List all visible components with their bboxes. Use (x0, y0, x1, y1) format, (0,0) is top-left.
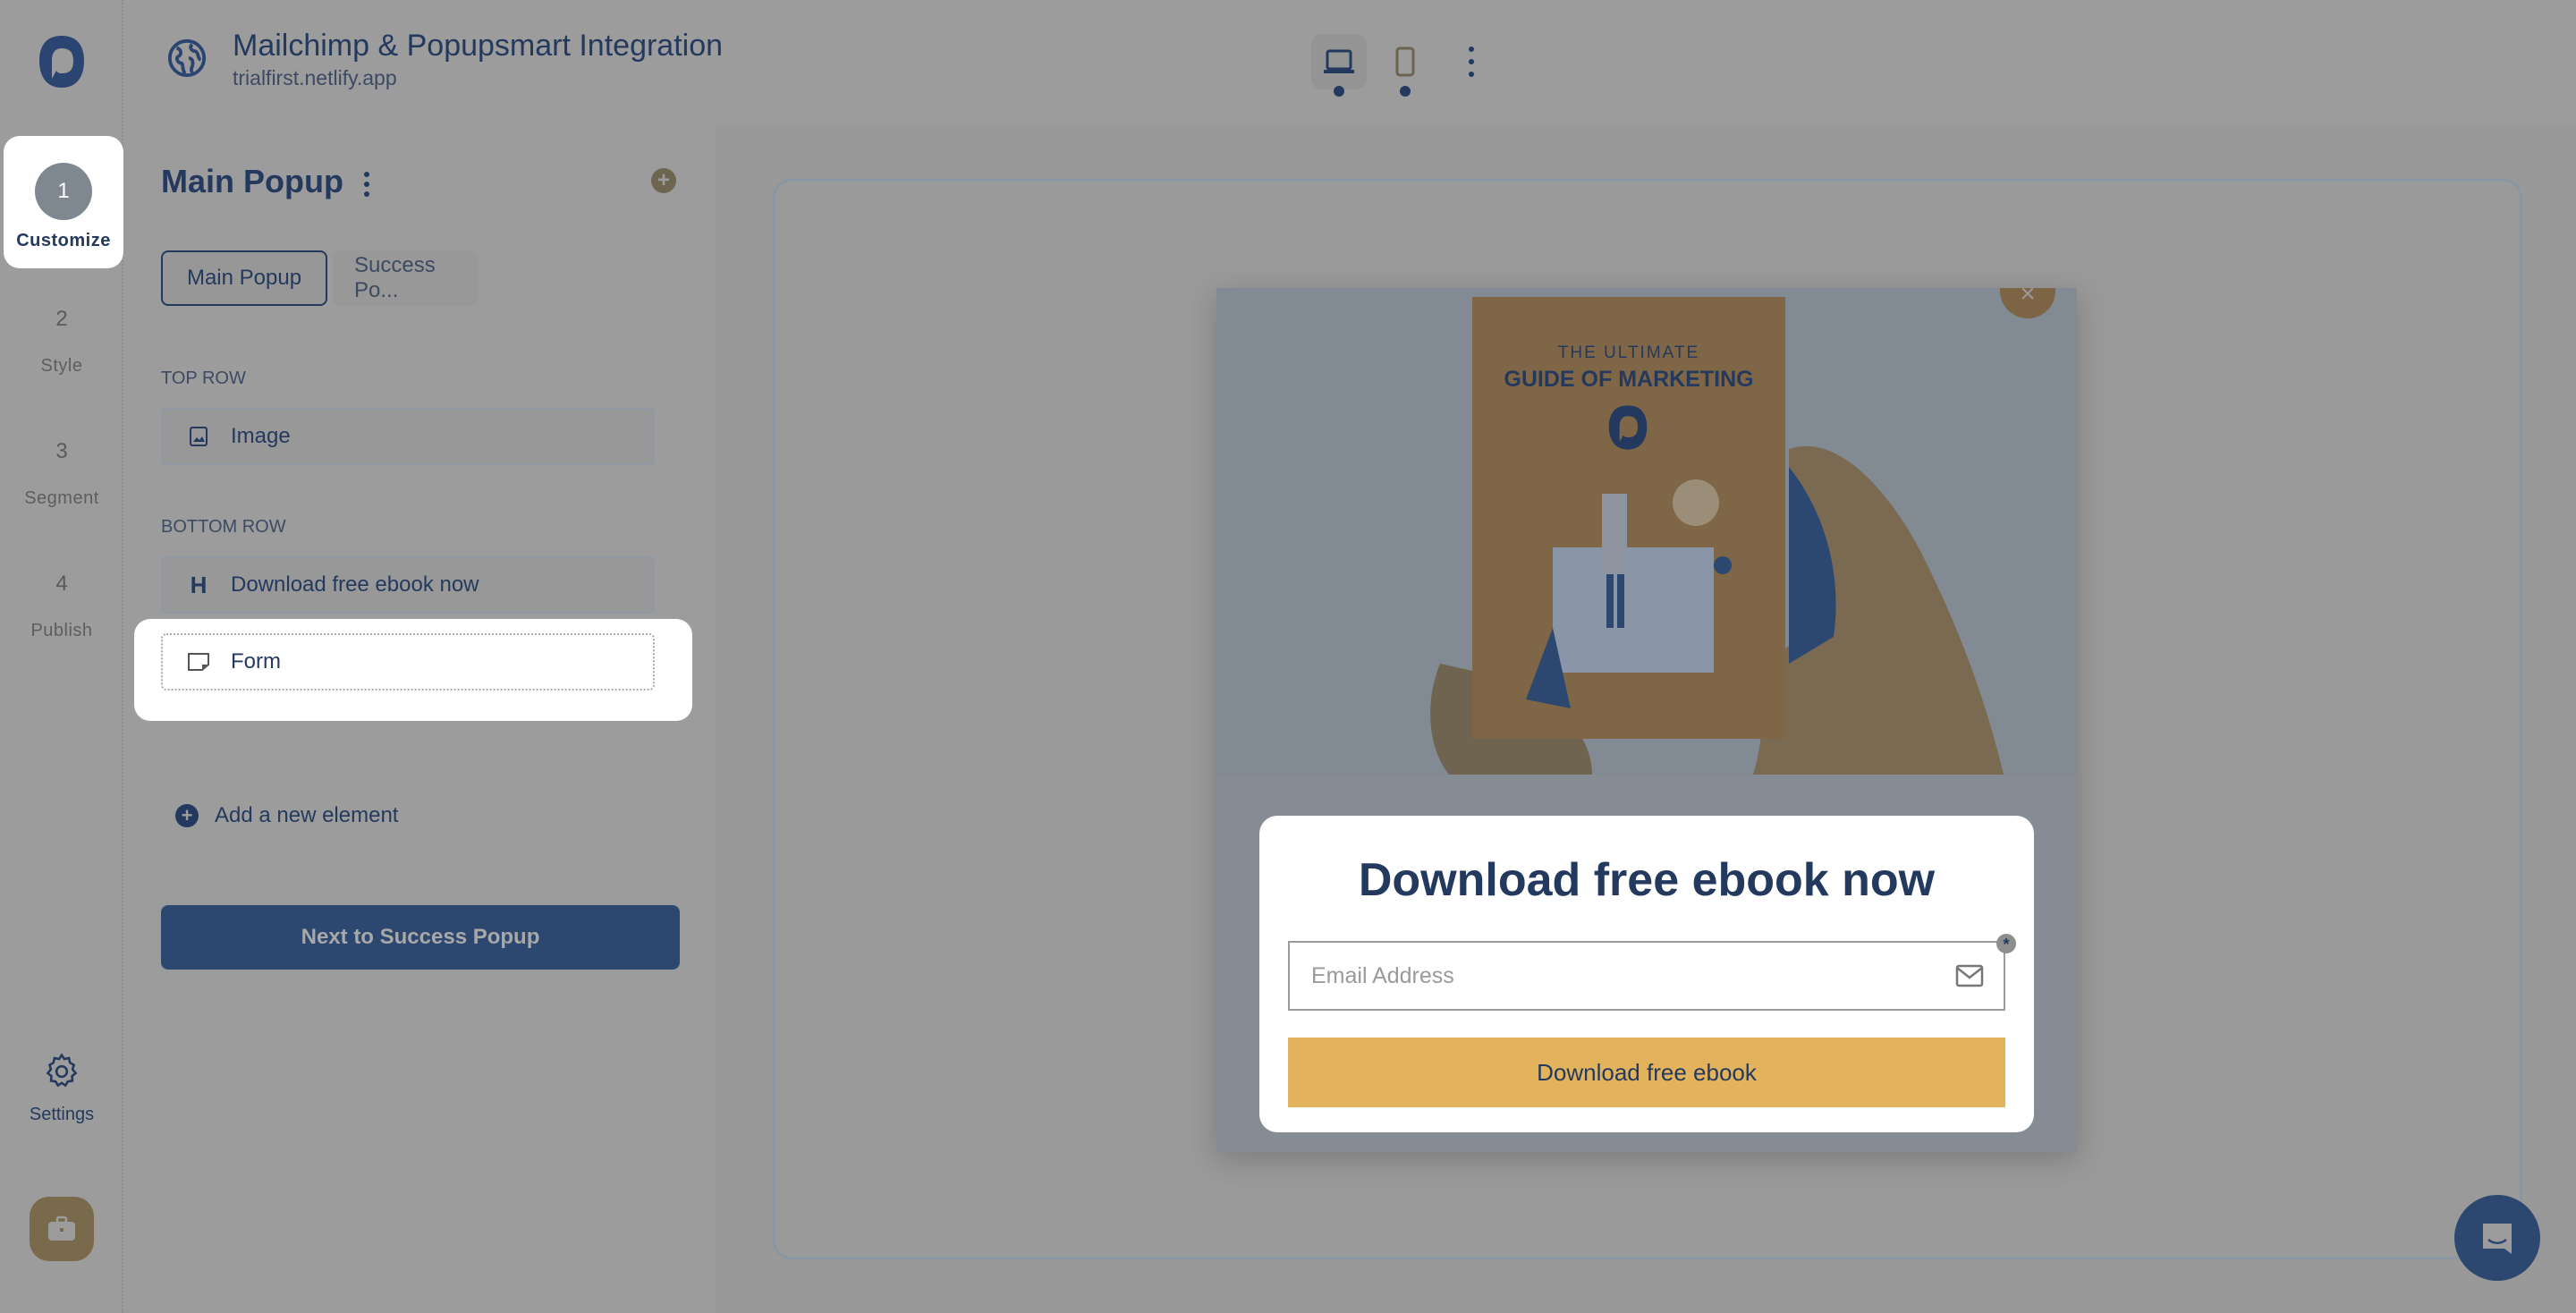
mobile-indicator (1400, 86, 1411, 97)
page-title: Mailchimp & Popupsmart Integration (233, 29, 724, 63)
email-placeholder: Email Address (1311, 962, 1454, 988)
step-number: 4 (55, 572, 68, 596)
download-ebook-button[interactable]: Download free ebook (1288, 1038, 2005, 1107)
popup-preview[interactable]: THE ULTIMATE GUIDE OF MARKETING × Downlo… (1216, 288, 2077, 1152)
mobile-view-button[interactable] (1377, 34, 1433, 89)
book-title-line2: GUIDE OF MARKETING (1504, 367, 1754, 392)
mobile-icon (1395, 47, 1415, 77)
laptop-icon (1324, 49, 1354, 73)
popup-form-card: Download free ebook now Email Address * … (1259, 816, 2034, 1132)
step-segment[interactable]: 3 Segment (0, 428, 123, 509)
popupsmart-logo-icon[interactable] (32, 32, 91, 91)
heading-icon: H (190, 571, 208, 598)
desktop-view-button[interactable] (1311, 34, 1367, 89)
step-number: 1 (35, 163, 92, 220)
top-row-label: TOP ROW (161, 368, 246, 388)
editor-panel: Main Popup + Main Popup Success Po... TO… (125, 125, 716, 1313)
book-illustration-icon (1526, 479, 1732, 708)
add-popup-icon[interactable]: + (651, 168, 676, 193)
desktop-active-indicator (1334, 86, 1344, 97)
site-domain: trialfirst.netlify.app (233, 66, 397, 89)
element-label: Image (231, 424, 291, 448)
chat-icon (2483, 1224, 2512, 1254)
email-input[interactable]: Email Address (1288, 941, 2005, 1011)
popup-heading[interactable]: Download free ebook now (1259, 853, 2034, 907)
popup-options-icon[interactable] (362, 172, 371, 197)
book-title-line1: THE ULTIMATE (1557, 343, 1700, 362)
gear-icon (46, 1053, 78, 1088)
step-label: Segment (24, 488, 99, 508)
book-logo-icon (1608, 405, 1648, 450)
briefcase-icon (48, 1216, 75, 1241)
step-number: 3 (55, 439, 68, 463)
step-publish[interactable]: 4 Publish (0, 560, 123, 641)
ebook-cover: THE ULTIMATE GUIDE OF MARKETING (1472, 297, 1785, 739)
step-label: Publish (30, 621, 93, 640)
step-style[interactable]: 2 Style (0, 295, 123, 377)
top-bar: Mailchimp & Popupsmart Integration trial… (125, 0, 2576, 125)
settings-label: Settings (29, 1105, 95, 1124)
element-label: Download free ebook now (231, 572, 479, 597)
step-customize[interactable]: 1 Customize (4, 136, 123, 268)
required-indicator: * (1996, 934, 2016, 953)
element-image[interactable]: Image (161, 408, 655, 465)
tab-success-popup[interactable]: Success Po... (333, 250, 478, 306)
tab-main-popup[interactable]: Main Popup (161, 250, 327, 306)
globe-icon (167, 38, 207, 78)
step-label: Customize (16, 231, 111, 250)
image-icon (184, 426, 213, 447)
panel-title: Main Popup (161, 163, 343, 199)
plus-circle-icon: + (175, 804, 199, 827)
add-element-label: Add a new element (215, 803, 399, 827)
form-icon (184, 651, 213, 673)
left-rail: 1 Customize 2 Style 3 Segment 4 Publish … (0, 0, 123, 1313)
mail-icon (1955, 964, 1984, 987)
bottom-row-label: BOTTOM ROW (161, 517, 286, 537)
element-form[interactable]: Form (161, 633, 655, 690)
next-to-success-button[interactable]: Next to Success Popup (161, 905, 680, 970)
element-label: Form (231, 649, 281, 673)
chat-support-button[interactable] (2454, 1195, 2540, 1281)
element-heading[interactable]: H Download free ebook now (161, 556, 655, 614)
more-options-icon[interactable] (1464, 47, 1479, 77)
add-element-button[interactable]: + Add a new element (175, 803, 398, 828)
step-label: Style (40, 356, 83, 376)
settings-button[interactable]: Settings (0, 1052, 123, 1125)
popup-hero-image: THE ULTIMATE GUIDE OF MARKETING × (1216, 288, 2077, 775)
step-number: 2 (55, 307, 68, 331)
preview-canvas: THE ULTIMATE GUIDE OF MARKETING × Downlo… (716, 125, 2576, 1313)
workspace-button[interactable] (30, 1197, 94, 1261)
